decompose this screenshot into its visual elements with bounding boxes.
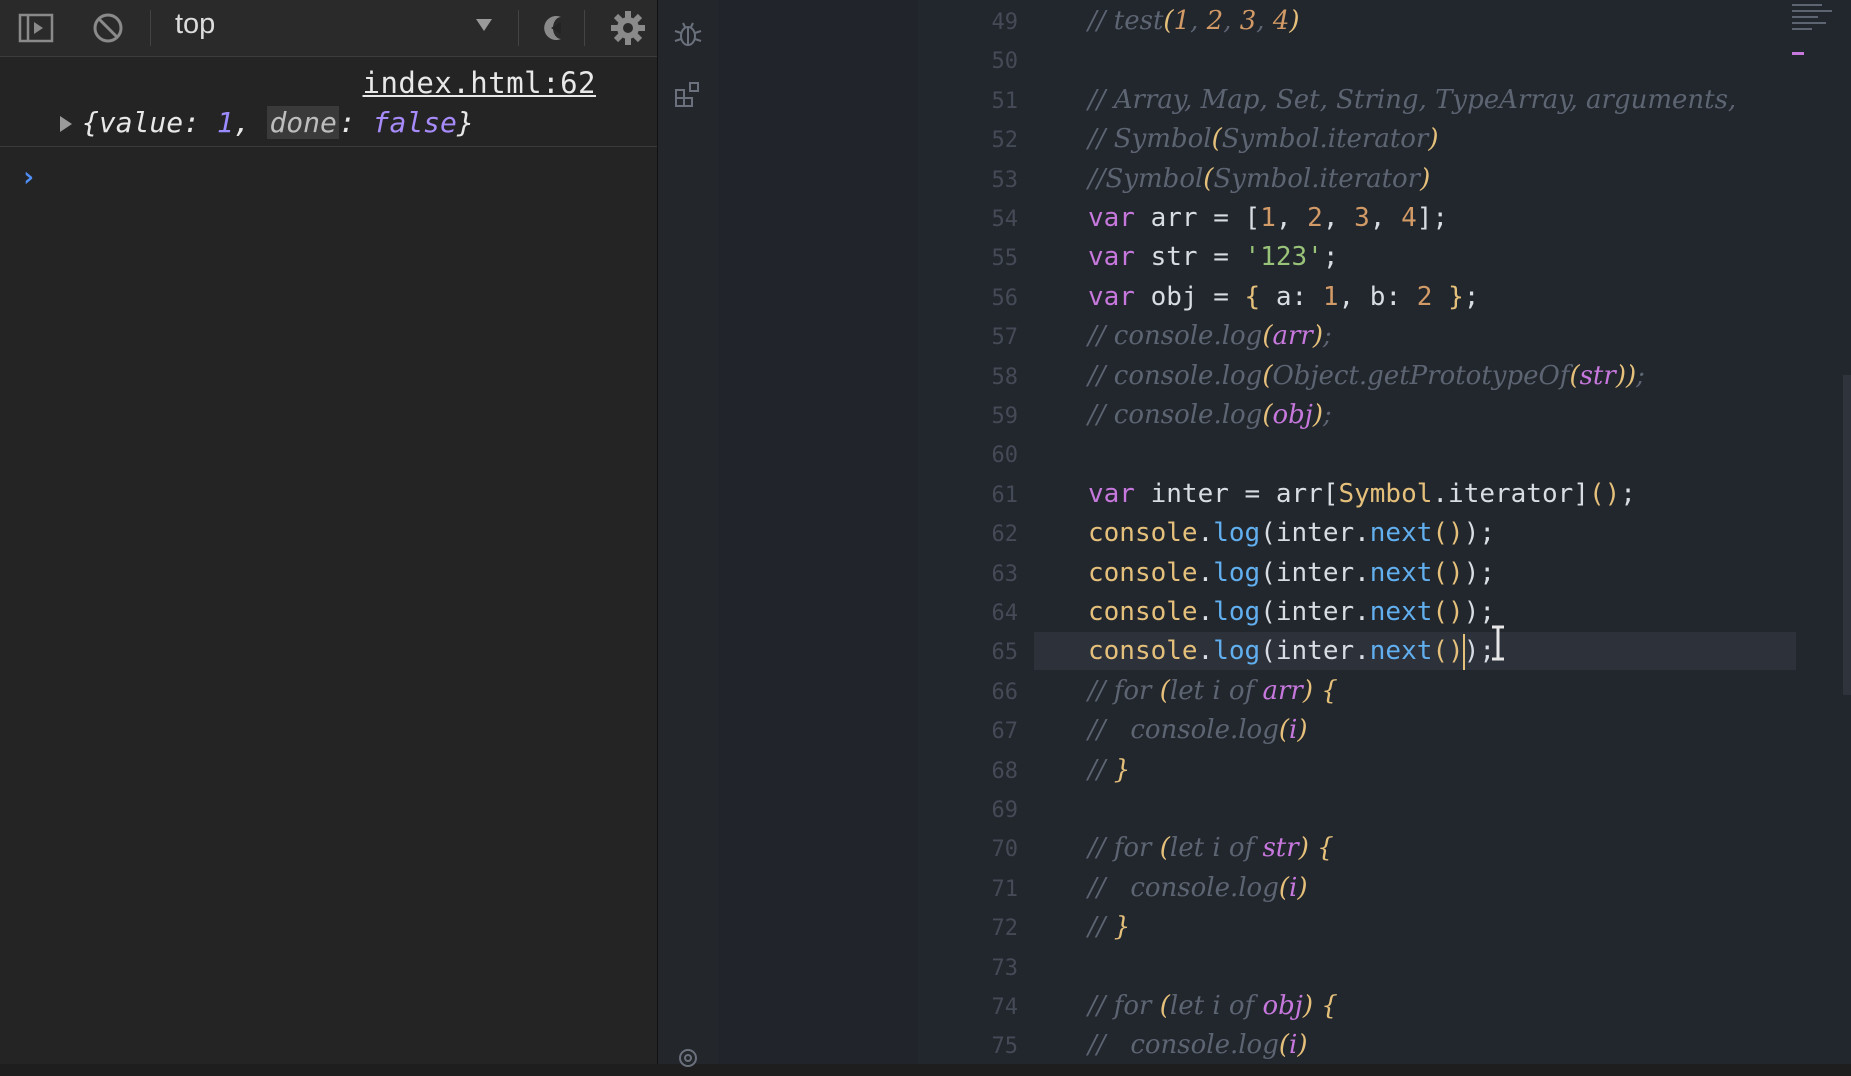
done-key: done bbox=[267, 106, 339, 139]
line-number: 61 bbox=[991, 482, 1019, 508]
code-line[interactable]: console.log(inter.next()); bbox=[1088, 518, 1495, 548]
code-line[interactable]: // for (let i of obj) { bbox=[1088, 991, 1338, 1021]
line-number: 70 bbox=[991, 837, 1019, 863]
toolbar-divider bbox=[518, 10, 519, 46]
line-number: 72 bbox=[991, 916, 1019, 942]
line-number: 55 bbox=[991, 246, 1019, 272]
expand-triangle-icon[interactable] bbox=[58, 115, 74, 133]
code-line[interactable]: // } bbox=[1088, 912, 1130, 942]
line-number: 74 bbox=[991, 995, 1019, 1020]
devtools-console-panel: top index.html:62 {value: 1, done: false… bbox=[0, 0, 658, 1064]
line-number: 66 bbox=[991, 679, 1019, 705]
code-line[interactable]: // for (let i of arr) { bbox=[1088, 676, 1338, 706]
line-number: 73 bbox=[991, 955, 1019, 981]
line-number: 59 bbox=[991, 404, 1019, 429]
line-number: 50 bbox=[991, 49, 1019, 75]
log-divider bbox=[0, 146, 657, 147]
code-line[interactable]: var arr = [1, 2, 3, 4]; bbox=[1088, 203, 1448, 233]
code-line[interactable]: // Symbol(Symbol.iterator) bbox=[1088, 124, 1439, 154]
done-value: false bbox=[372, 106, 457, 139]
value-key: value bbox=[98, 106, 184, 139]
code-line[interactable]: //Symbol(Symbol.iterator) bbox=[1088, 164, 1430, 194]
dock-toggle-icon[interactable] bbox=[16, 8, 56, 48]
code-line[interactable]: // test(1, 2, 3, 4) bbox=[1088, 6, 1300, 36]
line-number: 52 bbox=[991, 128, 1019, 154]
clear-console-icon[interactable] bbox=[88, 8, 128, 48]
dropdown-arrow-icon[interactable] bbox=[472, 12, 496, 38]
line-number: 58 bbox=[991, 364, 1019, 390]
line-number: 49 bbox=[991, 10, 1019, 35]
minimap[interactable] bbox=[1790, 0, 1840, 70]
code-line[interactable]: // console.log(Object.getPrototypeOf(str… bbox=[1088, 361, 1645, 391]
line-number: 75 bbox=[991, 1034, 1019, 1060]
line-number: 57 bbox=[991, 325, 1019, 351]
code-line[interactable]: console.log(inter.next()); bbox=[1088, 558, 1495, 588]
line-number: 63 bbox=[991, 561, 1019, 587]
line-number: 64 bbox=[991, 601, 1019, 626]
code-line[interactable]: var obj = { a: 1, b: 2 }; bbox=[1088, 282, 1479, 312]
brace-close: } bbox=[456, 106, 474, 139]
code-line[interactable]: // console.log(obj); bbox=[1088, 400, 1332, 430]
gear-icon[interactable] bbox=[608, 8, 648, 48]
execution-context-select[interactable]: top bbox=[175, 8, 215, 41]
code-line[interactable]: // console.log(i) bbox=[1088, 873, 1308, 903]
line-number: 68 bbox=[991, 758, 1019, 784]
code-line[interactable]: console.log(inter.next()); bbox=[1088, 597, 1495, 627]
activity-bar bbox=[658, 0, 718, 1067]
line-number: 69 bbox=[991, 798, 1019, 823]
console-prompt-caret[interactable]: › bbox=[20, 160, 37, 193]
line-number: 51 bbox=[991, 88, 1019, 114]
code-line[interactable]: console.log(inter.next()); bbox=[1088, 636, 1495, 666]
line-number: 65 bbox=[991, 640, 1019, 666]
editor-scrollbar[interactable] bbox=[1843, 375, 1851, 695]
code-line[interactable]: // console.log(arr); bbox=[1088, 321, 1332, 351]
log-object-entry[interactable]: {value: 1, done: false} bbox=[58, 106, 474, 139]
code-line[interactable]: // console.log(i) bbox=[1088, 715, 1308, 745]
line-number: 60 bbox=[991, 443, 1019, 469]
line-number: 62 bbox=[991, 522, 1019, 548]
settings-gear-icon[interactable] bbox=[670, 1040, 706, 1076]
line-number: 71 bbox=[991, 876, 1019, 902]
toolbar-divider bbox=[150, 10, 151, 46]
eye-icon[interactable] bbox=[534, 8, 574, 48]
entry-comma: , bbox=[233, 106, 268, 139]
line-number: 53 bbox=[991, 167, 1019, 193]
line-number: 56 bbox=[991, 285, 1019, 311]
line-number: 67 bbox=[991, 719, 1019, 745]
code-line[interactable]: // console.log(i) bbox=[1088, 1030, 1308, 1060]
code-line[interactable]: // } bbox=[1088, 755, 1130, 785]
code-line[interactable]: // Array, Map, Set, String, TypeArray, a… bbox=[1088, 85, 1736, 115]
toolbar-divider bbox=[584, 10, 585, 46]
sidebar-collapsed bbox=[718, 0, 918, 1064]
log-source-link[interactable]: index.html:62 bbox=[363, 66, 596, 100]
console-toolbar: top bbox=[0, 0, 657, 57]
value-value: 1 bbox=[216, 106, 234, 139]
line-number: 54 bbox=[991, 207, 1019, 232]
brace-open: { bbox=[82, 106, 99, 139]
code-line[interactable]: // for (let i of str) { bbox=[1088, 833, 1334, 863]
debug-icon[interactable] bbox=[670, 16, 706, 52]
code-line[interactable]: var inter = arr[Symbol.iterator](); bbox=[1088, 479, 1636, 509]
extensions-icon[interactable] bbox=[670, 76, 706, 112]
code-line[interactable]: var str = '123'; bbox=[1088, 242, 1338, 272]
